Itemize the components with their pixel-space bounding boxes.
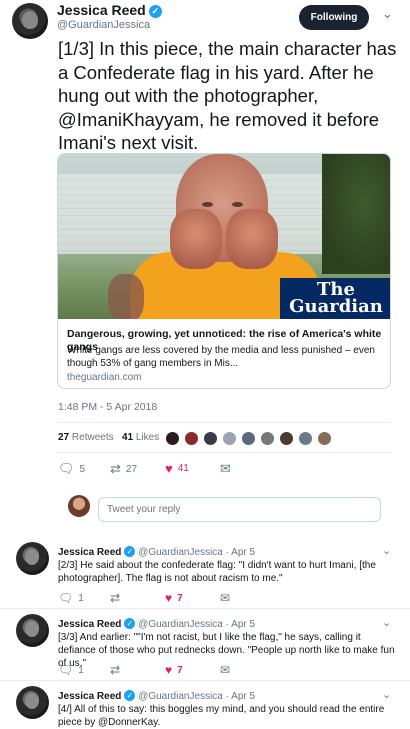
tweet-timestamp[interactable]: 1:48 PM - 5 Apr 2018: [58, 401, 157, 413]
liker-avatar[interactable]: [260, 431, 275, 446]
reply-separator: [0, 680, 410, 681]
liker-avatar[interactable]: [317, 431, 332, 446]
reply-text: [2/3] He said about the confederate flag…: [58, 560, 376, 584]
reply-text: [4/] All of this to say: this boggles my…: [58, 704, 385, 728]
reply-author-handle[interactable]: @GuardianJessica: [138, 691, 223, 702]
like-button[interactable]: ♥ 7: [165, 591, 183, 605]
reply-avatar[interactable]: [16, 686, 49, 719]
card-image-eye: [232, 202, 243, 207]
reply-composer: [0, 489, 410, 531]
reply-button[interactable]: 🗨︎ 5: [58, 461, 85, 477]
reply-author-name[interactable]: Jessica Reed: [58, 691, 121, 702]
author-avatar[interactable]: [12, 3, 48, 39]
reply-tweet[interactable]: Jessica Reed ✓ @GuardianJessica · Apr 5 ⌄…: [0, 538, 410, 605]
direct-message-icon: ✉: [220, 461, 231, 476]
like-button[interactable]: ♥ 7: [165, 663, 183, 677]
reply-tweet[interactable]: Jessica Reed ✓ @GuardianJessica · Apr 5 ⌄…: [0, 682, 410, 729]
tweet-text: [1/3] In this piece, the main character …: [58, 38, 397, 153]
retweet-icon: ⇄: [110, 591, 121, 605]
reply-input[interactable]: [98, 497, 381, 522]
retweet-icon: ⇄: [110, 663, 121, 677]
verified-badge-icon: ✓: [148, 5, 162, 18]
card-image-tattoo: [108, 274, 144, 319]
reply-button[interactable]: 🗨︎ 1: [58, 591, 84, 605]
divider: [57, 452, 391, 453]
author-handle[interactable]: @GuardianJessica: [57, 19, 150, 31]
heart-icon: ♥: [165, 461, 173, 476]
heart-icon: ♥: [165, 591, 173, 605]
liker-avatar[interactable]: [241, 431, 256, 446]
tweet-actions: 🗨︎ 5 ⇄ 27 ♥ 41 ✉: [58, 461, 258, 477]
reply-button[interactable]: 🗨︎ 1: [58, 663, 84, 677]
current-user-avatar: [68, 495, 90, 517]
reply-actions: 🗨︎ 1 ⇄ ♥ 7 ✉: [58, 591, 258, 605]
like-button[interactable]: ♥ 41: [165, 461, 189, 476]
author-name-row[interactable]: Jessica Reed ✓: [57, 2, 162, 18]
reply-separator: [0, 608, 410, 609]
reply-icon: 🗨︎: [58, 663, 74, 677]
reply-tweet[interactable]: Jessica Reed ✓ @GuardianJessica · Apr 5 ⌄…: [0, 610, 410, 677]
direct-message-icon: ✉: [220, 591, 231, 605]
reply-header: Jessica Reed ✓ @GuardianJessica · Apr 5: [58, 546, 255, 558]
liker-avatar[interactable]: [184, 431, 199, 446]
reply-date[interactable]: · Apr 5: [226, 619, 255, 630]
card-image-fist-right: [226, 209, 278, 269]
tweet-header: Jessica Reed ✓ @GuardianJessica Following…: [0, 0, 410, 40]
author-name[interactable]: Jessica Reed: [57, 2, 146, 18]
card-image: The Guardian: [58, 154, 390, 319]
direct-message-icon: ✉: [220, 663, 231, 677]
direct-message-button[interactable]: ✉: [220, 663, 235, 677]
card-domain: theguardian.com: [67, 372, 142, 383]
card-image-tree: [322, 154, 390, 274]
reply-header: Jessica Reed ✓ @GuardianJessica · Apr 5: [58, 690, 255, 702]
liker-avatar[interactable]: [279, 431, 294, 446]
reply-author-name[interactable]: Jessica Reed: [58, 547, 121, 558]
tweet-stats: 27 Retweets 41 Likes: [58, 432, 159, 443]
heart-icon: ♥: [165, 663, 173, 677]
retweet-button[interactable]: ⇄ 27: [110, 461, 137, 477]
link-card[interactable]: The Guardian Dangerous, growing, yet unn…: [57, 153, 391, 389]
liker-avatar[interactable]: [165, 431, 180, 446]
retweet-button[interactable]: ⇄: [110, 663, 125, 677]
direct-message-button[interactable]: ✉: [220, 591, 235, 605]
reply-author-name[interactable]: Jessica Reed: [58, 619, 121, 630]
verified-badge-icon: ✓: [124, 690, 136, 701]
reply-date[interactable]: · Apr 5: [226, 547, 255, 558]
retweets-stat[interactable]: 27 Retweets: [58, 432, 114, 443]
likes-stat[interactable]: 41 Likes: [122, 432, 159, 443]
reply-avatar[interactable]: [16, 614, 49, 647]
reply-date[interactable]: · Apr 5: [226, 691, 255, 702]
card-image-eye: [202, 202, 213, 207]
liker-avatar[interactable]: [203, 431, 218, 446]
chevron-down-icon[interactable]: ⌄: [382, 616, 391, 629]
reply-author-handle[interactable]: @GuardianJessica: [138, 619, 223, 630]
reply-avatar[interactable]: [16, 542, 49, 575]
verified-badge-icon: ✓: [124, 618, 136, 629]
chevron-down-icon[interactable]: ⌄: [382, 688, 391, 701]
verified-badge-icon: ✓: [124, 546, 136, 557]
liker-avatar[interactable]: [298, 431, 313, 446]
guardian-logo: The Guardian: [280, 278, 390, 319]
reply-author-handle[interactable]: @GuardianJessica: [138, 547, 223, 558]
reply-actions: 🗨︎ 1 ⇄ ♥ 7 ✉: [58, 663, 258, 677]
reply-header: Jessica Reed ✓ @GuardianJessica · Apr 5: [58, 618, 255, 630]
divider: [57, 422, 391, 423]
following-button[interactable]: Following: [299, 5, 369, 30]
retweet-icon: ⇄: [110, 461, 121, 476]
chevron-down-icon[interactable]: ⌄: [382, 6, 393, 22]
reply-icon: 🗨︎: [58, 591, 74, 605]
reply-icon: 🗨︎: [58, 461, 75, 476]
card-description: White gangs are less covered by the medi…: [67, 345, 375, 369]
direct-message-button[interactable]: ✉: [220, 461, 236, 477]
retweet-button[interactable]: ⇄: [110, 591, 125, 605]
liker-avatar[interactable]: [222, 431, 237, 446]
card-image-fist-left: [170, 209, 222, 269]
chevron-down-icon[interactable]: ⌄: [382, 544, 391, 557]
